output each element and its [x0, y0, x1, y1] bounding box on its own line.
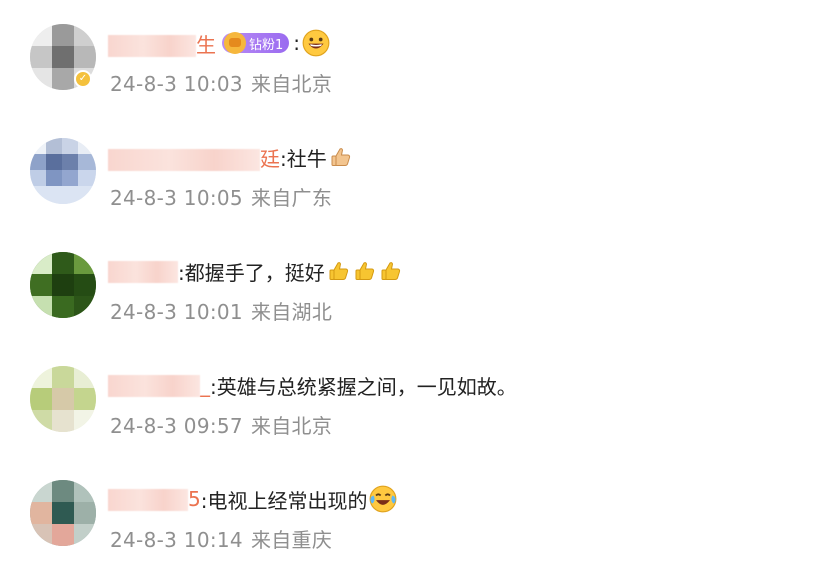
comment-location: 来自重庆	[250, 528, 333, 552]
username-redacted	[108, 35, 196, 57]
comment-text: :电视上经常出现的	[200, 488, 368, 513]
comment-meta: 24-8-3 10:03 来自北京	[110, 68, 332, 97]
comment-item: 廷 :社牛 24-8-3 10:05 来自广东	[0, 114, 837, 224]
fan-badge-label: 钻粉1	[249, 37, 284, 53]
comment-time: 24-8-3 09:57	[110, 414, 243, 438]
avatar[interactable]	[30, 480, 96, 546]
comment-item: 5 :电视上经常出现的 24-8-3 10:14 来自重庆	[0, 456, 837, 566]
comment-item: ✓ 生 钻粉1 : 24-8-3 10:03 来自北京	[0, 0, 837, 110]
username[interactable]: 生	[108, 29, 216, 58]
comment-meta: 24-8-3 10:01 来自湖北	[110, 296, 332, 325]
username[interactable]: 廷	[108, 143, 280, 172]
thumbs-up-icon	[381, 262, 400, 280]
username[interactable]: 5	[108, 487, 201, 512]
comment-line: 生 钻粉1 :	[108, 27, 330, 59]
comment-time: 24-8-3 10:14	[110, 528, 243, 552]
comment-location: 来自湖北	[250, 300, 333, 324]
comment-text: :	[293, 31, 301, 55]
comment-location: 来自北京	[250, 414, 333, 438]
avatar-image	[30, 480, 96, 546]
comment-text: :社牛	[280, 146, 327, 171]
comment-text: :都握手了，挺好	[178, 260, 325, 285]
thumbs-up-icon	[355, 262, 374, 280]
thumbs-up-icon	[331, 148, 350, 166]
avatar[interactable]	[30, 366, 96, 432]
comment-location: 来自北京	[250, 72, 333, 96]
avatar[interactable]	[30, 138, 96, 204]
thumbs-up-icon	[329, 262, 348, 280]
grin-emoji-icon	[302, 29, 330, 57]
avatar-image	[30, 252, 96, 318]
username[interactable]: _	[108, 373, 210, 398]
comment-line: :都握手了，挺好	[108, 255, 403, 287]
avatar[interactable]	[30, 252, 96, 318]
username-redacted	[108, 489, 188, 512]
comment-meta: 24-8-3 09:57 来自北京	[110, 410, 332, 439]
comment-location: 来自广东	[250, 186, 333, 210]
comment-meta: 24-8-3 10:05 来自广东	[110, 182, 332, 211]
avatar-image	[30, 366, 96, 432]
laugh-cry-icon	[370, 485, 397, 513]
username-redacted	[108, 261, 178, 284]
comment-time: 24-8-3 10:03	[110, 72, 243, 96]
comment-line: 廷 :社牛	[108, 141, 353, 173]
crown-icon	[224, 32, 246, 54]
avatar-image	[30, 138, 96, 204]
comment-text: :英雄与总统紧握之间，一见如故。	[210, 374, 517, 399]
comment-item: _ :英雄与总统紧握之间，一见如故。 24-8-3 09:57 来自北京	[0, 342, 837, 452]
comment-line: _ :英雄与总统紧握之间，一见如故。	[108, 369, 517, 401]
fan-badge[interactable]: 钻粉1	[222, 32, 290, 54]
comment-time: 24-8-3 10:01	[110, 300, 243, 324]
comment-time: 24-8-3 10:05	[110, 186, 243, 210]
username-redacted	[108, 149, 260, 171]
verified-badge-icon: ✓	[74, 70, 92, 88]
comment-line: 5 :电视上经常出现的	[108, 483, 397, 515]
username-redacted	[108, 375, 200, 398]
comment-item: :都握手了，挺好 24-8-3 10:01 来自湖北	[0, 228, 837, 338]
comment-meta: 24-8-3 10:14 来自重庆	[110, 524, 332, 553]
username[interactable]	[108, 259, 178, 284]
